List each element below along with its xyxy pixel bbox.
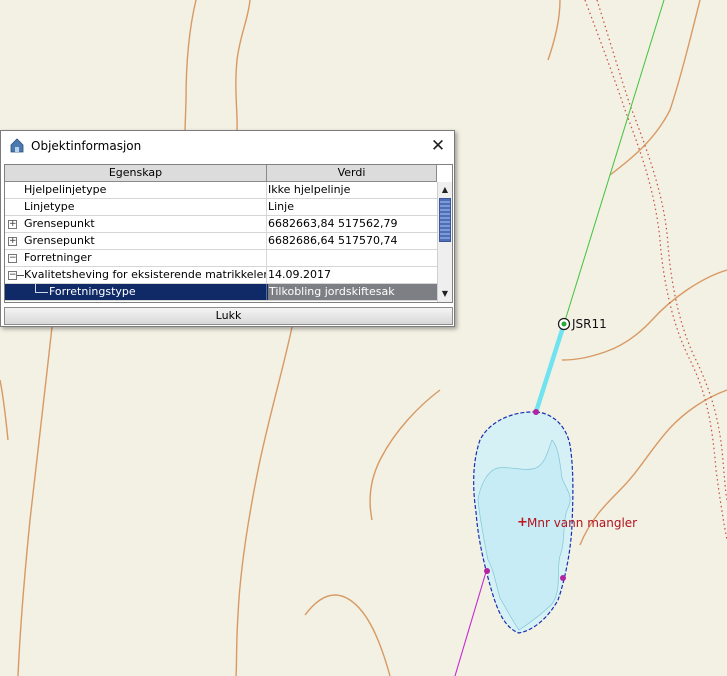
vertex-marker — [484, 568, 490, 574]
value-cell: Tilkobling jordskiftesak — [268, 284, 437, 300]
property-label: Forretningstype — [49, 285, 136, 298]
table-row[interactable]: Forretningstype Tilkobling jordskiftesak — [5, 284, 437, 301]
tree-connector — [17, 267, 24, 276]
property-cell: − Forretninger — [5, 250, 267, 266]
value-cell: 14.09.2017 — [268, 268, 331, 281]
table-row[interactable]: − Forretninger — [5, 250, 437, 267]
table-row[interactable]: Hjelpelinjetype Ikke hjelpelinje — [5, 182, 437, 199]
value-cell: Linje — [268, 200, 294, 213]
tree-connector — [35, 284, 48, 293]
property-label: Linjetype — [24, 200, 75, 213]
table-row[interactable]: + Grensepunkt 6682663,84 517562,79 — [5, 216, 437, 233]
property-cell: + Grensepunkt — [5, 233, 267, 249]
value-cell: Ikke hjelpelinje — [268, 183, 351, 196]
table-row[interactable]: Linjetype Linje — [5, 199, 437, 216]
property-cell: Hjelpelinjetype — [5, 182, 267, 198]
properties-table: Egenskap Verdi Hjelpelinjetype Ikke hjelp… — [4, 164, 453, 303]
property-label: Grensepunkt — [24, 234, 95, 247]
close-button[interactable]: Lukk — [4, 307, 453, 325]
close-icon[interactable]: ✕ — [427, 136, 449, 156]
expand-icon[interactable]: + — [8, 220, 17, 229]
table-row[interactable]: + Grensepunkt 6682686,64 517570,74 — [5, 233, 437, 250]
map-canvas[interactable] — [0, 0, 727, 676]
property-cell: − Kvalitetsheving for eksisterende matrik… — [5, 267, 267, 283]
vertex-marker — [533, 409, 539, 415]
property-label: Grensepunkt — [24, 217, 95, 230]
vertical-scrollbar[interactable]: ▲ ▼ — [437, 182, 452, 302]
property-label: Hjelpelinjetype — [24, 183, 107, 196]
collapse-icon[interactable]: − — [8, 271, 17, 280]
column-header-value[interactable]: Verdi — [267, 165, 437, 182]
table-row[interactable]: − Kvalitetsheving for eksisterende matrik… — [5, 267, 437, 284]
collapse-icon[interactable]: − — [8, 254, 17, 263]
property-cell: + Grensepunkt — [5, 216, 267, 232]
property-label: Kvalitetsheving for eksisterende matrikk… — [24, 268, 267, 281]
value-cell: 6682663,84 517562,79 — [268, 217, 398, 230]
column-header-property[interactable]: Egenskap — [5, 165, 267, 182]
scroll-down-arrow-icon[interactable]: ▼ — [438, 286, 452, 301]
house-icon — [10, 138, 24, 153]
scrollbar-thumb[interactable] — [439, 198, 451, 242]
survey-point-label: JSR11 — [572, 317, 607, 331]
scroll-up-arrow-icon[interactable]: ▲ — [438, 182, 452, 197]
value-cell: 6682686,64 517570,74 — [268, 234, 398, 247]
value-cell — [268, 250, 436, 266]
expand-icon[interactable]: + — [8, 237, 17, 246]
object-info-dialog: Objektinformasjon ✕ Egenskap Verdi Hjelp… — [0, 130, 455, 327]
dialog-titlebar[interactable]: Objektinformasjon ✕ — [1, 131, 454, 161]
property-cell: Forretningstype — [5, 284, 267, 300]
annotation-label: Mnr vann mangler — [527, 516, 638, 530]
property-label: Forretninger — [24, 251, 92, 264]
property-cell: Linjetype — [5, 199, 267, 215]
dialog-title: Objektinformasjon — [31, 139, 142, 153]
vertex-marker — [560, 575, 566, 581]
